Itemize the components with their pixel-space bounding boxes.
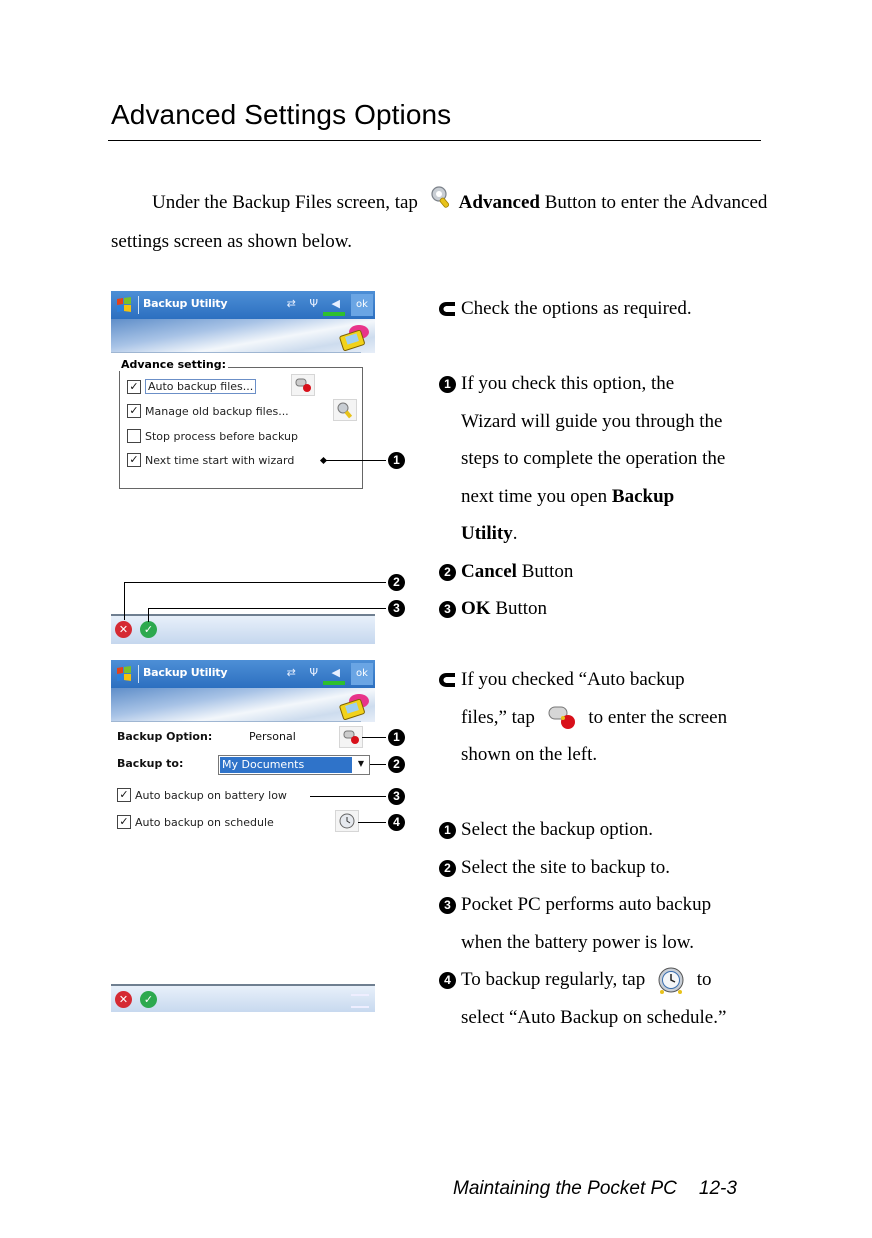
callout-2-2: 2 [388, 756, 405, 773]
ok-icon[interactable]: ✓ [140, 991, 157, 1008]
section-2-item-1: 1 Select the backup option. [438, 811, 768, 849]
option-label: Stop process before backup [145, 429, 298, 443]
wrench-magnifier-icon [429, 185, 453, 223]
callout-line-2-2 [370, 764, 386, 765]
option-auto-backup-schedule[interactable]: ✓ Auto backup on schedule [117, 815, 274, 829]
keyboard-icon[interactable] [351, 994, 369, 1008]
page-heading: Advanced Settings Options [111, 99, 452, 130]
backup-to-selected: My Documents [220, 757, 352, 773]
option-stop-process[interactable]: Stop process before backup [127, 429, 298, 443]
footer-page-number: 12-3 [698, 1178, 737, 1199]
title-bar: Backup Utility ⇄ Ψ ◀ ok [111, 660, 375, 688]
checkbox-checked[interactable]: ✓ [127, 453, 141, 467]
ok-title-button[interactable]: ok [351, 663, 373, 685]
intro-text-before: Under the Backup Files screen, tap [152, 192, 418, 213]
callout-3: 3 [388, 600, 405, 617]
callout-line-2 [124, 582, 386, 583]
arrow-bullet-icon [439, 673, 455, 687]
checkbox-unchecked[interactable] [127, 429, 141, 443]
manage-old-backup-button[interactable] [333, 399, 357, 421]
section-2-item-4: 4 To backup regularly, tap to select “Au… [438, 961, 768, 1036]
option-next-time-wizard[interactable]: ✓ Next time start with wizard [127, 453, 294, 467]
status-icons[interactable]: ⇄ Ψ ◀ [287, 666, 345, 679]
chevron-down-icon[interactable]: ▼ [355, 759, 367, 771]
screenshot-backup-option: Backup Utility ⇄ Ψ ◀ ok Backup Option: P… [111, 660, 375, 1012]
clock-icon [339, 813, 355, 829]
backup-option-label: Backup Option: [117, 730, 213, 743]
intro-paragraph: Under the Backup Files screen, tap Advan… [111, 184, 771, 261]
option-label: Auto backup on battery low [135, 788, 287, 802]
option-manage-old-backup[interactable]: ✓ Manage old backup files... [127, 404, 289, 418]
option-label: Auto backup on schedule [135, 815, 274, 829]
section-1-item-1: 1 If you check this option, the Wizard w… [438, 365, 768, 553]
menu-bar: ✕ ✓ [111, 614, 375, 644]
page-footer: Maintaining the Pocket PC 12-3 [453, 1178, 737, 1200]
callout-line-2-1 [362, 737, 386, 738]
callout-line-1 [324, 460, 386, 461]
option-label: Next time start with wizard [145, 453, 295, 467]
ok-icon[interactable]: ✓ [140, 621, 157, 638]
footer-chapter: Maintaining the Pocket PC [453, 1178, 677, 1199]
callout-vline-2 [124, 582, 125, 620]
status-icons[interactable]: ⇄ Ψ ◀ [287, 297, 345, 310]
callout-line-2-4 [358, 822, 386, 823]
ok-title-button[interactable]: ok [351, 294, 373, 316]
auto-backup-settings-button[interactable] [291, 374, 315, 396]
backup-utility-logo-icon [339, 694, 369, 720]
callout-line-2-3 [310, 796, 386, 797]
callout-2-3: 3 [388, 788, 405, 805]
cancel-icon[interactable]: ✕ [115, 621, 132, 638]
app-banner [111, 688, 375, 722]
clock-icon [658, 967, 684, 994]
heading-rule [108, 140, 761, 141]
arrow-bullet-icon [439, 302, 455, 316]
callout-1: 1 [388, 452, 405, 469]
section-1-lead: Check the options as required. [438, 290, 768, 328]
option-auto-backup[interactable]: ✓ Auto backup files... [127, 379, 257, 394]
section-2-item-3: 3 Pocket PC performs auto backup when th… [438, 886, 768, 961]
section-1-item-2: 2 Cancel Button [438, 553, 768, 591]
auto-backup-icon [548, 706, 575, 730]
backup-to-dropdown[interactable]: My Documents ▼ [218, 755, 370, 775]
checkbox-checked[interactable]: ✓ [117, 788, 131, 802]
battery-indicator [323, 681, 345, 685]
section-1-text: Check the options as required. 1 If you … [438, 290, 768, 628]
checkbox-checked[interactable]: ✓ [127, 379, 141, 394]
callout-vline-3 [148, 608, 149, 622]
window-title: Backup Utility [143, 666, 228, 679]
checkbox-checked[interactable]: ✓ [127, 404, 141, 418]
callout-2-4: 4 [388, 814, 405, 831]
backup-option-value: Personal [249, 730, 296, 743]
backup-utility-logo-icon [339, 325, 369, 351]
group-title: Advance setting: [119, 358, 229, 371]
screenshot-advance-setting: Backup Utility ⇄ Ψ ◀ ok Advance setting:… [111, 291, 375, 644]
checkbox-checked[interactable]: ✓ [117, 815, 131, 829]
auto-backup-icon [295, 378, 311, 392]
auto-backup-icon [343, 730, 359, 744]
title-bar: Backup Utility ⇄ Ψ ◀ ok [111, 291, 375, 319]
window-title: Backup Utility [143, 297, 228, 310]
backup-option-button[interactable] [339, 726, 363, 748]
battery-indicator [323, 312, 345, 316]
intro-bold-advanced: Advanced [458, 192, 540, 213]
section-2-lead: If you checked “Auto backup files,” tap … [438, 661, 768, 774]
option-label: Manage old backup files... [145, 404, 289, 418]
wrench-icon [337, 402, 353, 419]
callout-2: 2 [388, 574, 405, 591]
schedule-button[interactable] [335, 810, 359, 832]
section-2-text: If you checked “Auto backup files,” tap … [438, 661, 768, 1036]
cancel-icon[interactable]: ✕ [115, 991, 132, 1008]
backup-to-label: Backup to: [117, 757, 184, 770]
windows-start-icon[interactable] [115, 665, 133, 683]
section-1-item-3: 3 OK Button [438, 590, 768, 628]
callout-line-3 [148, 608, 386, 609]
windows-start-icon[interactable] [115, 296, 133, 314]
section-2-item-2: 2 Select the site to backup to. [438, 849, 768, 887]
menu-bar: ✕ ✓ [111, 984, 375, 1012]
option-auto-backup-battery-low[interactable]: ✓ Auto backup on battery low [117, 788, 287, 802]
callout-2-1: 1 [388, 729, 405, 746]
app-banner [111, 319, 375, 353]
option-label: Auto backup files... [145, 379, 257, 394]
